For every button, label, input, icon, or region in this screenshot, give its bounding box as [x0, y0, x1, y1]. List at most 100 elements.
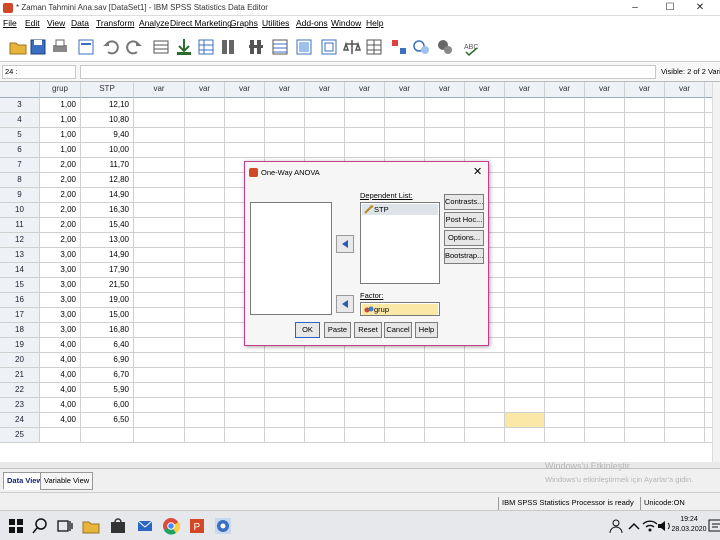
cell-stp[interactable]: 11,70 [81, 158, 134, 173]
data-cell[interactable] [585, 368, 625, 383]
cell-grup[interactable]: 2,00 [40, 218, 81, 233]
data-cell[interactable] [505, 158, 545, 173]
cell-grup[interactable]: 4,00 [40, 368, 81, 383]
data-cell[interactable] [225, 128, 265, 143]
cell-grup[interactable]: 3,00 [40, 248, 81, 263]
data-cell[interactable] [665, 398, 705, 413]
paste-button[interactable]: Paste [324, 322, 351, 338]
data-cell[interactable] [345, 98, 385, 113]
cell-stp[interactable]: 10,80 [81, 113, 134, 128]
data-cell[interactable] [505, 263, 545, 278]
cell-editor-input[interactable] [80, 65, 656, 79]
options-button[interactable]: Options... [444, 230, 484, 246]
data-cell[interactable] [545, 248, 585, 263]
data-cell[interactable] [545, 338, 585, 353]
cell-grup[interactable]: 2,00 [40, 188, 81, 203]
cell-grup[interactable]: 2,00 [40, 158, 81, 173]
data-cell[interactable] [185, 398, 225, 413]
data-cell[interactable] [185, 248, 225, 263]
data-cell[interactable] [345, 383, 385, 398]
cell-grup[interactable]: 4,00 [40, 338, 81, 353]
data-cell[interactable] [585, 323, 625, 338]
data-cell[interactable] [345, 398, 385, 413]
data-cell[interactable] [505, 248, 545, 263]
cell-grup[interactable]: 3,00 [40, 278, 81, 293]
cell-grup[interactable]: 3,00 [40, 308, 81, 323]
row-number[interactable]: 7 [0, 158, 40, 173]
data-cell[interactable] [505, 308, 545, 323]
data-cell[interactable] [665, 263, 705, 278]
cell-stp[interactable]: 12,80 [81, 173, 134, 188]
column-header-var[interactable]: var [545, 82, 585, 98]
data-cell[interactable] [625, 173, 665, 188]
data-cell[interactable] [134, 188, 185, 203]
cell-grup[interactable]: 2,00 [40, 233, 81, 248]
data-cell[interactable] [134, 98, 185, 113]
data-cell[interactable] [305, 428, 345, 443]
spelling-icon[interactable] [435, 37, 455, 57]
data-cell[interactable] [585, 218, 625, 233]
row-number[interactable]: 3 [0, 98, 40, 113]
data-cell[interactable] [665, 308, 705, 323]
insert-variable-icon[interactable] [270, 37, 290, 57]
data-cell[interactable] [265, 143, 305, 158]
data-cell[interactable] [625, 233, 665, 248]
data-cell[interactable] [625, 293, 665, 308]
data-cell[interactable] [585, 98, 625, 113]
tab-variable-view[interactable]: Variable View [40, 472, 94, 490]
data-cell[interactable] [665, 293, 705, 308]
row-number[interactable]: 11 [0, 218, 40, 233]
data-cell[interactable] [585, 398, 625, 413]
data-cell[interactable] [305, 353, 345, 368]
contrasts-button[interactable]: Contrasts... [444, 194, 484, 210]
select-cases-icon[interactable] [342, 37, 362, 57]
data-cell[interactable] [185, 353, 225, 368]
data-cell[interactable] [545, 203, 585, 218]
data-cell[interactable] [625, 428, 665, 443]
data-cell[interactable] [625, 278, 665, 293]
close-window-button[interactable]: ✕ [680, 0, 720, 16]
data-cell[interactable] [545, 158, 585, 173]
data-cell[interactable] [625, 338, 665, 353]
data-cell[interactable] [545, 188, 585, 203]
spss-icon[interactable] [213, 516, 233, 536]
data-cell[interactable] [465, 413, 505, 428]
data-cell[interactable] [665, 338, 705, 353]
data-cell[interactable] [505, 218, 545, 233]
cell-stp[interactable]: 9,40 [81, 128, 134, 143]
data-cell[interactable] [505, 128, 545, 143]
data-cell[interactable] [545, 323, 585, 338]
row-number[interactable]: 19 [0, 338, 40, 353]
row-number[interactable]: 12 [0, 233, 40, 248]
data-cell[interactable] [134, 233, 185, 248]
data-cell[interactable] [465, 353, 505, 368]
data-cell[interactable] [225, 383, 265, 398]
data-cell[interactable] [265, 98, 305, 113]
data-cell[interactable] [465, 113, 505, 128]
factor-item[interactable]: grup [362, 304, 438, 315]
row-number[interactable]: 10 [0, 203, 40, 218]
data-cell[interactable] [345, 413, 385, 428]
cell-grup[interactable]: 4,00 [40, 413, 81, 428]
print-icon[interactable] [50, 37, 70, 57]
row-number[interactable]: 6 [0, 143, 40, 158]
row-number[interactable]: 16 [0, 293, 40, 308]
data-cell[interactable] [505, 98, 545, 113]
file-explorer-icon[interactable] [81, 516, 101, 536]
column-header-var[interactable]: var [345, 82, 385, 98]
column-header-var[interactable]: var [625, 82, 665, 98]
menu-direct-marketing[interactable]: Direct Marketing [170, 18, 232, 28]
data-cell[interactable] [545, 353, 585, 368]
data-cell[interactable] [265, 113, 305, 128]
data-cell[interactable] [385, 368, 425, 383]
cell-grup[interactable]: 3,00 [40, 293, 81, 308]
split-file-icon[interactable] [294, 37, 314, 57]
data-cell[interactable] [625, 398, 665, 413]
data-cell[interactable] [265, 128, 305, 143]
dependent-list[interactable]: STP [360, 202, 440, 284]
data-cell[interactable] [305, 368, 345, 383]
data-cell[interactable] [385, 428, 425, 443]
data-cell[interactable] [465, 98, 505, 113]
data-cell[interactable] [665, 413, 705, 428]
cell-stp[interactable]: 6,50 [81, 413, 134, 428]
